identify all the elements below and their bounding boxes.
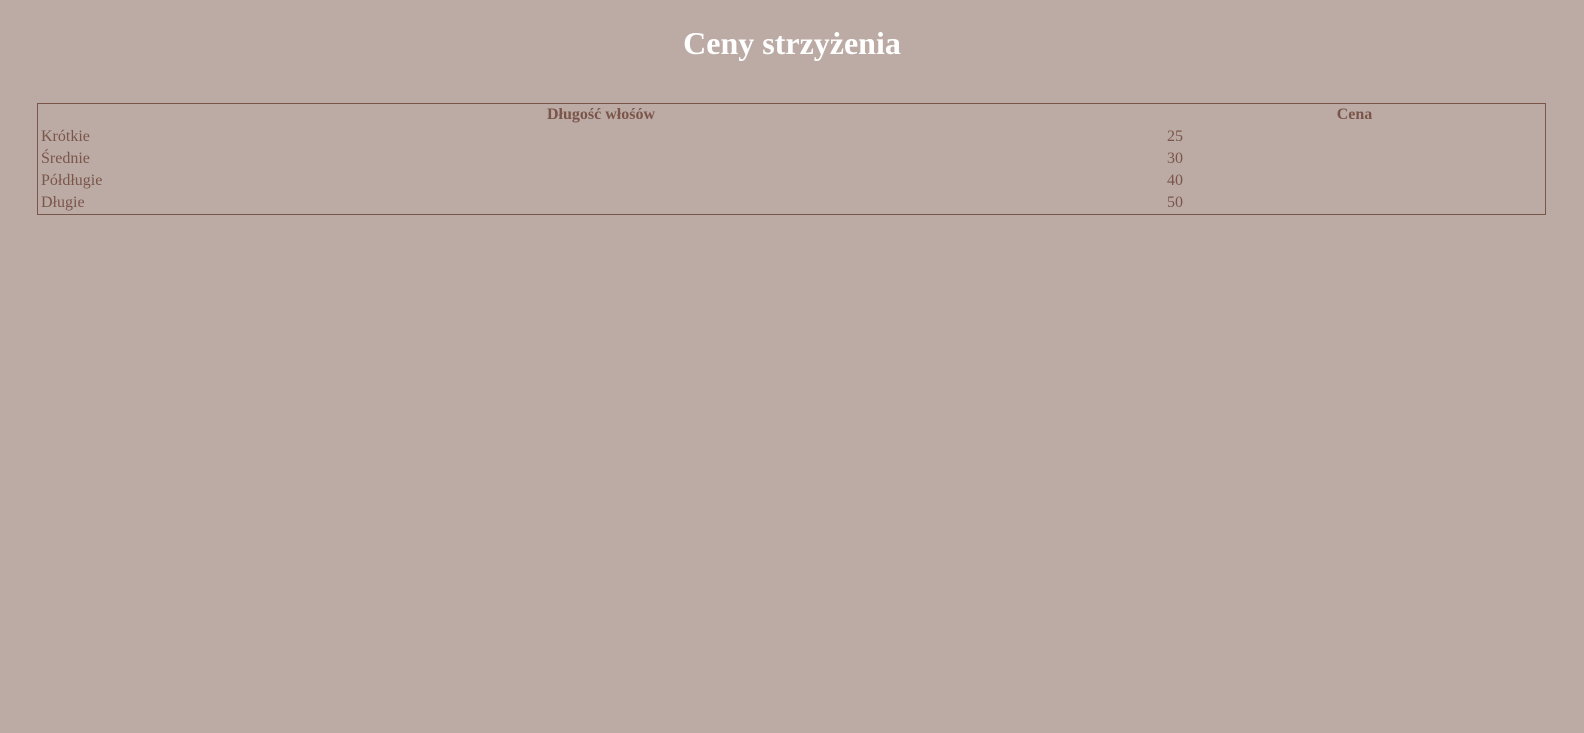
table-body: Krótkie 25 Średnie 30 Półdługie 40 Długi… bbox=[38, 126, 1546, 215]
header-hair-length: Długość włośów bbox=[546, 106, 655, 123]
page-title: Ceny strzyżenia bbox=[683, 25, 901, 61]
table-row: Długie 50 bbox=[38, 192, 1546, 215]
cell-price: 30 bbox=[1167, 150, 1183, 167]
price-table: Długość włośów Cena Krótkie 25 Średnie 3… bbox=[37, 103, 1546, 215]
cell-price: 50 bbox=[1167, 194, 1183, 211]
cell-hair-length: Średnie bbox=[41, 150, 90, 167]
table-row: Średnie 30 bbox=[38, 148, 1546, 170]
cell-price: 40 bbox=[1167, 172, 1183, 189]
table-row: Krótkie 25 bbox=[38, 126, 1546, 148]
table-header-row: Długość włośów Cena bbox=[38, 104, 1546, 127]
cell-hair-length: Półdługie bbox=[41, 172, 103, 189]
table-header: Długość włośów Cena bbox=[38, 104, 1546, 127]
cell-hair-length: Długie bbox=[41, 194, 85, 211]
page: Ceny strzyżenia Długość włośów Cena Krót… bbox=[0, 0, 1584, 733]
cell-price: 25 bbox=[1167, 128, 1183, 145]
table-row: Półdługie 40 bbox=[38, 170, 1546, 192]
cell-hair-length: Krótkie bbox=[41, 128, 90, 145]
header-price: Cena bbox=[1336, 106, 1373, 123]
